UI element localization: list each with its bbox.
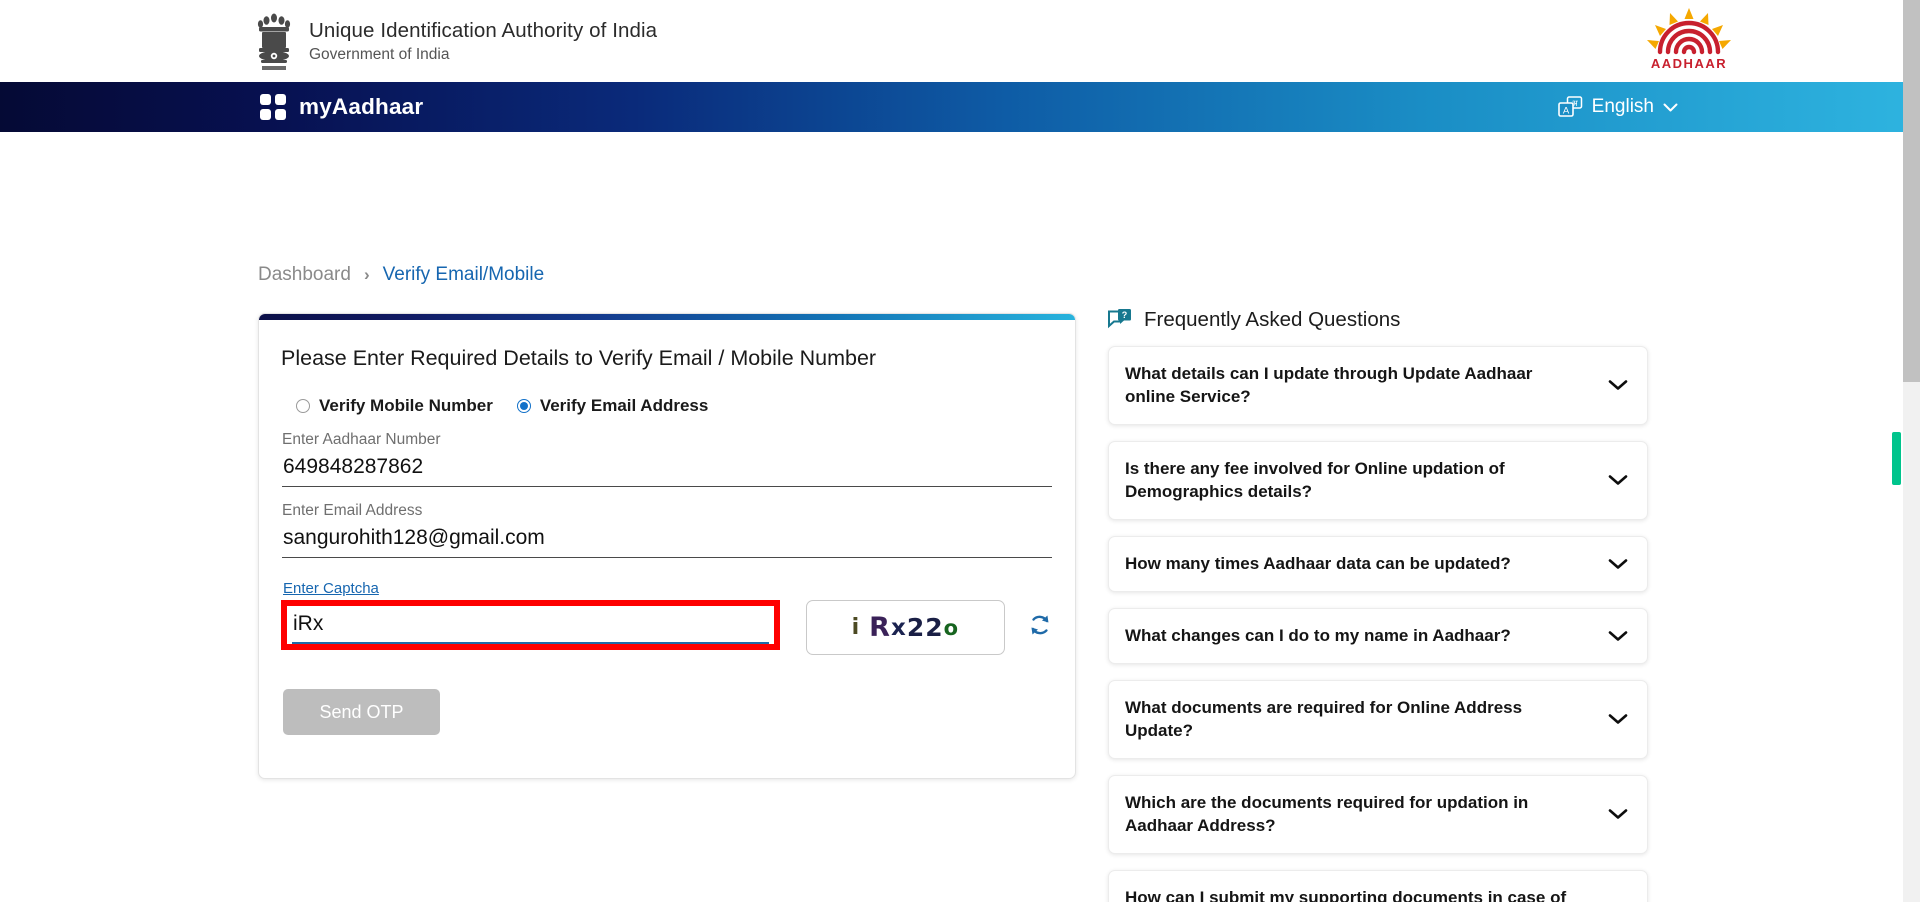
- language-label: English: [1591, 96, 1654, 117]
- captcha-char-4: 2: [925, 613, 944, 642]
- faq-question: What details can I update through Update…: [1125, 364, 1533, 407]
- faq-header: ? Frequently Asked Questions: [1108, 308, 1648, 332]
- faq-question: How can I submit my supporting documents…: [1125, 887, 1567, 902]
- faq-speech-bubble-icon: ?: [1108, 309, 1131, 329]
- page-scrollbar-thumb[interactable]: [1903, 0, 1920, 382]
- chevron-down-icon[interactable]: [1608, 474, 1628, 486]
- breadcrumb-current[interactable]: Verify Email/Mobile: [383, 264, 545, 286]
- captcha-input[interactable]: iRx: [292, 608, 769, 644]
- captcha-image: i R x 2 2 o: [805, 600, 1006, 655]
- chevron-down-icon[interactable]: [1608, 630, 1628, 642]
- brand-myaadhaar[interactable]: myAadhaar: [260, 94, 423, 120]
- main-navbar: myAadhaar अ A English: [0, 82, 1920, 132]
- faq-item[interactable]: Is there any fee involved for Online upd…: [1108, 440, 1648, 520]
- email-address-input[interactable]: sangurohith128@gmail.com: [282, 520, 1052, 558]
- faq-item[interactable]: How many times Aadhaar data can be updat…: [1108, 535, 1648, 592]
- aadhaar-logo-icon: AADHAAR: [1647, 8, 1731, 71]
- breadcrumb-separator: ›: [363, 265, 370, 284]
- faq-question: What changes can I do to my name in Aadh…: [1125, 626, 1511, 646]
- radio-verify-email[interactable]: Verify Email Address: [516, 396, 709, 416]
- org-title: Unique Identification Authority of India: [309, 18, 658, 42]
- faq-section: ? Frequently Asked Questions What detail…: [1108, 308, 1648, 902]
- email-address-field: Enter Email Address sangurohith128@gmail…: [281, 502, 1053, 558]
- refresh-captcha-icon[interactable]: [1027, 612, 1053, 638]
- scroll-position-marker: [1892, 432, 1901, 485]
- site-header: Unique Identification Authority of India…: [0, 0, 1920, 82]
- radio-dot-mobile: [296, 399, 310, 413]
- captcha-char-3: 2: [906, 613, 926, 642]
- captcha-block: Enter Captcha iRx i R x 2 2 o: [281, 580, 1053, 655]
- faq-title: Frequently Asked Questions: [1144, 308, 1401, 331]
- emblem-block: Unique Identification Authority of India…: [253, 10, 657, 72]
- chevron-down-icon[interactable]: [1608, 713, 1628, 725]
- page-body: Dashboard › Verify Email/Mobile Please E…: [0, 132, 1920, 902]
- send-otp-button[interactable]: Send OTP: [283, 689, 440, 735]
- chevron-down-icon[interactable]: [1608, 379, 1628, 391]
- captcha-char-0: i: [851, 615, 861, 640]
- form-heading: Please Enter Required Details to Verify …: [281, 346, 877, 370]
- faq-item[interactable]: What changes can I do to my name in Aadh…: [1108, 607, 1648, 664]
- org-subtitle: Government of India: [309, 46, 450, 64]
- breadcrumb: Dashboard › Verify Email/Mobile: [258, 264, 544, 286]
- faq-question: Which are the documents required for upd…: [1125, 792, 1529, 836]
- grid-squares-icon: [260, 94, 286, 120]
- faq-question: What documents are required for Online A…: [1125, 697, 1523, 741]
- email-address-label: Enter Email Address: [282, 502, 423, 519]
- captcha-char-1: R: [869, 612, 891, 643]
- captcha-highlight-box: iRx: [281, 600, 780, 650]
- faq-item[interactable]: What details can I update through Update…: [1108, 346, 1648, 425]
- chevron-down-icon[interactable]: [1608, 808, 1628, 820]
- radio-label-mobile: Verify Mobile Number: [319, 396, 493, 415]
- faq-question: Is there any fee involved for Online upd…: [1125, 458, 1505, 502]
- chevron-down-icon[interactable]: [1608, 558, 1628, 570]
- language-selector[interactable]: अ A English: [1557, 96, 1678, 118]
- captcha-char-5: o: [943, 615, 960, 640]
- svg-text:AADHAAR: AADHAAR: [1651, 56, 1727, 71]
- india-state-emblem-icon: [257, 13, 291, 70]
- language-translate-icon: अ A: [1557, 96, 1582, 117]
- faq-question: How many times Aadhaar data can be updat…: [1125, 554, 1511, 574]
- captcha-char-2: x: [890, 614, 907, 641]
- radio-label-email: Verify Email Address: [539, 396, 709, 415]
- faq-item[interactable]: Which are the documents required for upd…: [1108, 774, 1648, 854]
- svg-text:A: A: [1563, 106, 1570, 117]
- verify-type-radio-group: Verify Mobile Number Verify Email Addres…: [281, 396, 1053, 416]
- radio-dot-email: [516, 399, 531, 413]
- captcha-label: Enter Captcha: [283, 580, 379, 597]
- aadhaar-number-field: Enter Aadhaar Number 649848287862: [281, 431, 1053, 487]
- brand-label: myAadhaar: [299, 94, 424, 119]
- faq-item[interactable]: How can I submit my supporting documents…: [1108, 869, 1648, 902]
- chevron-down-icon: [1663, 103, 1678, 111]
- radio-verify-mobile[interactable]: Verify Mobile Number: [296, 396, 493, 416]
- svg-text:?: ?: [1122, 310, 1128, 320]
- aadhaar-number-label: Enter Aadhaar Number: [282, 431, 441, 448]
- breadcrumb-dashboard[interactable]: Dashboard: [258, 264, 351, 286]
- faq-item[interactable]: What documents are required for Online A…: [1108, 679, 1648, 759]
- verify-form-card: Please Enter Required Details to Verify …: [258, 313, 1076, 779]
- aadhaar-number-input[interactable]: 649848287862: [282, 449, 1052, 487]
